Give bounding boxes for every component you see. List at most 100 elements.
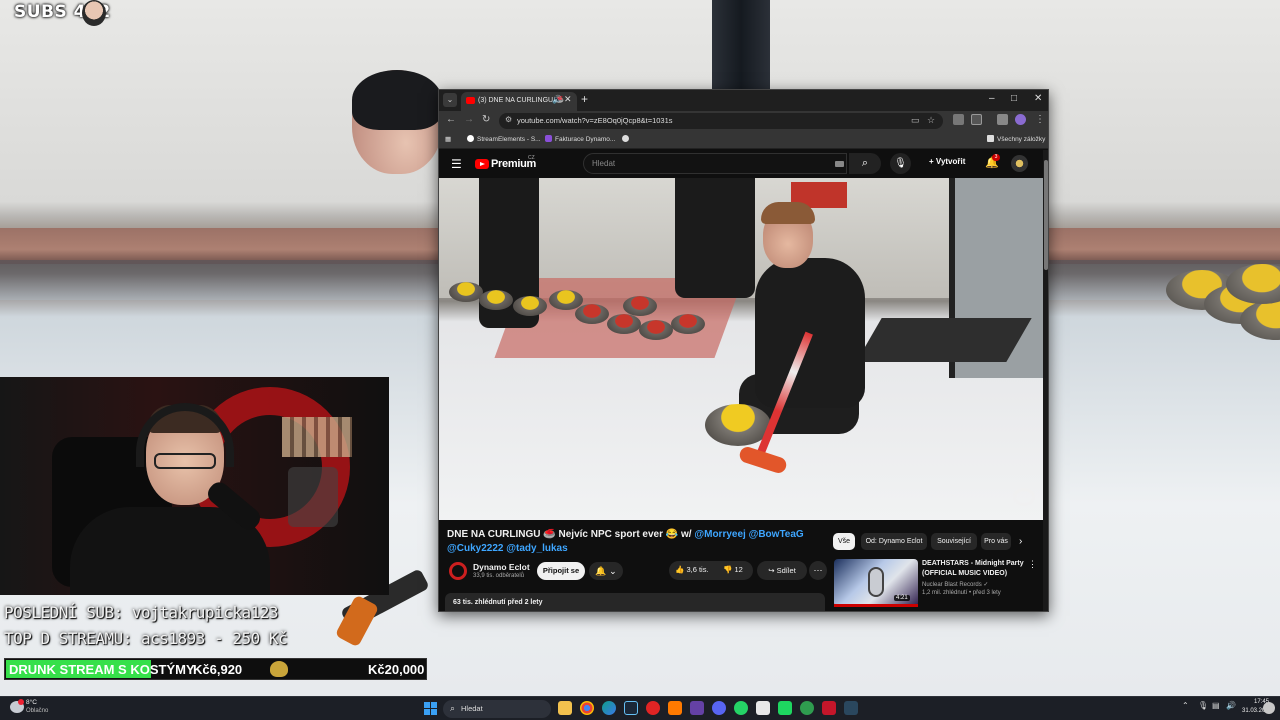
curling-stone xyxy=(607,314,641,334)
microphone-tray-icon[interactable]: 🎙 xyxy=(1198,701,1208,710)
globe-bookmark-icon[interactable] xyxy=(622,135,632,143)
tray-chevron-icon[interactable]: ⌃ xyxy=(1182,701,1189,710)
donation-goal-bar: DRUNK STREAM S KOSTÝMY Kč6,920 Kč20,000 xyxy=(4,658,427,680)
weather-temperature[interactable]: 8°C xyxy=(26,699,37,706)
chip-all[interactable]: Vše xyxy=(833,533,855,550)
taskbar-search[interactable]: ⌕ Hledat xyxy=(443,700,551,718)
tab-close-icon[interactable]: ✕ xyxy=(564,94,572,105)
youtube-logo-icon[interactable] xyxy=(475,159,489,169)
recommendation-title[interactable]: DEATHSTARS - Midnight Party (OFFICIAL MU… xyxy=(922,559,1032,579)
join-button[interactable]: Připojit se xyxy=(537,562,585,580)
donation-goal-current: Kč6,920 xyxy=(193,662,243,677)
chip-for-you[interactable]: Pro vás xyxy=(981,533,1011,550)
profile-extension-icon[interactable] xyxy=(997,114,1008,125)
forward-icon[interactable]: → xyxy=(464,114,474,125)
file-explorer-icon[interactable] xyxy=(558,701,572,715)
windows-taskbar: 8°C Oblačno ⌕ Hledat ⌃ 🎙 ▤ 🔊 17:45 31.03… xyxy=(0,696,1280,720)
account-avatar[interactable] xyxy=(1011,155,1028,172)
create-button[interactable]: + Vytvořit xyxy=(929,157,965,166)
search-icon[interactable]: ⌕ xyxy=(849,153,881,174)
video-player-hair xyxy=(761,202,815,224)
like-dislike-group: 👍 3,6 tis. 👎 12 xyxy=(669,561,753,580)
minimize-icon[interactable]: – xyxy=(989,93,995,104)
keyboard-icon[interactable] xyxy=(835,161,844,167)
chip-related[interactable]: Související xyxy=(931,533,977,550)
notepad-icon[interactable] xyxy=(756,701,770,715)
windows-start-icon[interactable] xyxy=(424,702,437,715)
chrome-icon[interactable] xyxy=(580,701,594,715)
channel-avatar[interactable] xyxy=(449,562,467,580)
twitch-icon[interactable] xyxy=(690,701,704,715)
bookmark-streamelements[interactable]: StreamElements - S... xyxy=(467,135,541,143)
bookmark-star-icon[interactable]: ☆ xyxy=(927,115,935,126)
mention-link[interactable]: @Cuky2222 xyxy=(447,543,503,554)
xbox-icon[interactable] xyxy=(778,701,792,715)
youtube-search-input[interactable]: Hledat xyxy=(583,153,847,174)
app-icon[interactable] xyxy=(668,701,682,715)
video-player[interactable] xyxy=(439,178,1043,520)
extensions-puzzle-icon[interactable] xyxy=(971,114,982,125)
browser-menu-icon[interactable]: ⋮ xyxy=(1035,114,1045,125)
address-bar[interactable]: ⚙ youtube.com/watch?v=zE8Oq0jQcp8&t=1031… xyxy=(499,113,943,129)
recommendation-menu-icon[interactable]: ⋮ xyxy=(1028,559,1037,570)
youtube-favicon-icon xyxy=(466,97,475,104)
subs-avatar-icon xyxy=(82,0,106,26)
reload-icon[interactable]: ↻ xyxy=(482,114,490,125)
channel-watermark-icon[interactable] xyxy=(1013,488,1035,506)
bookmark-fakturace[interactable]: Fakturace Dynamo... xyxy=(545,135,615,143)
edge-icon[interactable] xyxy=(602,701,616,715)
more-actions-icon[interactable]: ⋯ xyxy=(809,561,827,580)
recommendation-channel[interactable]: Nuclear Blast Records ✓ xyxy=(922,581,988,588)
mention-link[interactable]: @BowTeaG xyxy=(749,529,804,540)
notification-badge: 3 xyxy=(992,154,1000,161)
profile-avatar-icon[interactable] xyxy=(1015,114,1026,125)
app-icon[interactable] xyxy=(822,701,836,715)
speaker-icon[interactable]: 🔊 xyxy=(552,95,562,104)
tab-youtube[interactable]: (3) DNE NA CURLINGU 🥌 🔊 ✕ xyxy=(461,92,577,111)
extension-icon[interactable] xyxy=(953,114,964,125)
video-title: DNE NA CURLINGU 🥌 Nejvíc NPC sport ever … xyxy=(447,528,827,556)
volume-icon[interactable]: 🔊 xyxy=(1226,701,1236,710)
chevron-right-icon[interactable]: › xyxy=(1019,536,1022,547)
watched-progress-bar xyxy=(834,604,918,607)
discord-icon[interactable] xyxy=(712,701,726,715)
steam-icon[interactable] xyxy=(624,701,638,715)
top-donation-text: TOP D STREAMU: acs1893 - 250 Kč xyxy=(4,629,288,648)
mention-link[interactable]: @Morryeej xyxy=(694,529,745,540)
page-scrollbar[interactable] xyxy=(1043,150,1048,611)
apps-grid-icon[interactable]: ▦ xyxy=(445,135,451,143)
curling-stone xyxy=(639,320,673,340)
hamburger-menu-icon[interactable]: ☰ xyxy=(451,157,462,171)
notifications-icon[interactable] xyxy=(1263,702,1275,714)
like-button[interactable]: 👍 3,6 tis. xyxy=(675,565,709,574)
browser-window[interactable]: ⌄ (3) DNE NA CURLINGU 🥌 🔊 ✕ + – □ ✕ ← → … xyxy=(438,89,1049,612)
voice-search-icon[interactable]: 🎙 xyxy=(890,153,911,174)
scrollbar-thumb[interactable] xyxy=(1044,160,1048,270)
description-box[interactable]: 63 tis. zhlédnutí před 2 lety xyxy=(445,593,825,611)
back-icon[interactable]: ← xyxy=(446,114,456,125)
mention-link[interactable]: @tady_lukas xyxy=(506,543,567,554)
site-info-icon[interactable]: ⚙ xyxy=(505,115,512,124)
video-black-mat xyxy=(856,318,1032,362)
chip-from-channel[interactable]: Od: Dynamo Eclot xyxy=(861,533,927,550)
all-bookmarks-folder[interactable]: Všechny záložky xyxy=(987,135,1045,143)
subscription-bell-button[interactable]: 🔔 ⌄ xyxy=(589,562,623,580)
new-tab-icon[interactable]: + xyxy=(581,92,588,106)
app-icon[interactable] xyxy=(800,701,814,715)
dislike-button[interactable]: 👎 12 xyxy=(723,565,743,574)
last-sub-text: POSLEDNÍ SUB: vojtakrupicka123 xyxy=(4,603,278,622)
steam-icon[interactable] xyxy=(844,701,858,715)
cast-icon[interactable]: ▭ xyxy=(911,115,920,126)
recommendation-meta: 1,2 mil. zhlédnutí • před 3 lety xyxy=(922,590,1001,596)
network-icon[interactable]: ▤ xyxy=(1212,701,1220,710)
app-icon[interactable] xyxy=(646,701,660,715)
tab-search-icon[interactable]: ⌄ xyxy=(443,93,457,107)
curling-stone xyxy=(449,282,483,302)
share-button[interactable]: ↪ Sdílet xyxy=(757,561,807,580)
whatsapp-icon[interactable] xyxy=(734,701,748,715)
donation-goal-title: DRUNK STREAM S KOSTÝMY xyxy=(9,662,195,677)
weather-description[interactable]: Oblačno xyxy=(26,708,48,714)
channel-name[interactable]: Dynamo Eclot xyxy=(473,562,530,572)
close-window-icon[interactable]: ✕ xyxy=(1034,93,1042,104)
maximize-icon[interactable]: □ xyxy=(1011,93,1017,104)
